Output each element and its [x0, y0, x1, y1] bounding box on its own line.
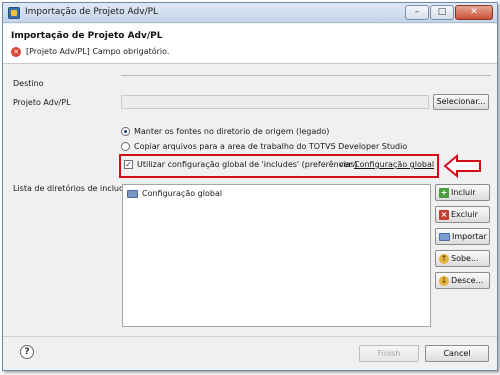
error-icon: ✕ [11, 47, 21, 57]
footer-separator [3, 336, 497, 337]
projeto-field[interactable] [121, 95, 429, 109]
ver-text: ver [339, 160, 352, 169]
global-includes-label: Utilizar configuração global de 'include… [137, 160, 358, 169]
import-folder-icon [439, 232, 450, 241]
sobe-label: Sobe... [451, 254, 479, 263]
dialog-header: Importação de Projeto Adv/PL ✕ [Projeto … [3, 24, 497, 64]
list-item-label: Configuração global [142, 189, 223, 198]
delete-icon: × [439, 209, 449, 220]
list-item[interactable]: Configuração global [127, 189, 222, 201]
error-message: [Projeto Adv/PL] Campo obrigatório. [26, 47, 170, 56]
radio-copiar-arquivos[interactable]: Copiar arquivos para a area de trabalho … [121, 142, 407, 154]
maximize-button[interactable]: □ [430, 5, 454, 20]
title-bar: Importação de Projeto Adv/PL – □ ✕ [3, 3, 497, 23]
radio-manter-label: Manter os fontes no diretorio de origem … [134, 127, 330, 136]
destino-separator [121, 75, 491, 76]
arrow-down-icon: ↓ [439, 275, 449, 286]
global-includes-checkbox[interactable]: ✓ [124, 160, 133, 169]
radio-copiar-indicator[interactable] [121, 142, 130, 151]
folder-icon [127, 189, 138, 198]
incluir-button[interactable]: + Incluir [435, 184, 490, 201]
annotation-arrow-shape [443, 154, 481, 178]
radio-manter-fontes[interactable]: Manter os fontes no diretorio de origem … [121, 127, 329, 139]
minimize-button[interactable]: – [405, 5, 429, 20]
projeto-label: Projeto Adv/PL [13, 98, 71, 107]
include-list-label: Lista de diretórios de include [13, 184, 129, 193]
cancel-button[interactable]: Cancel [425, 345, 489, 362]
include-list[interactable]: Configuração global [122, 184, 431, 327]
page-title: Importação de Projeto Adv/PL [11, 31, 163, 41]
global-includes-checkbox-row[interactable]: ✓ Utilizar configuração global de 'includ… [124, 160, 358, 172]
configuracao-global-link[interactable]: Configuração global [354, 160, 434, 169]
destino-label: Destino [13, 79, 44, 88]
import-dialog-window: Importação de Projeto Adv/PL – □ ✕ Impor… [2, 2, 498, 371]
help-icon[interactable]: ? [20, 345, 34, 359]
window-title: Importação de Projeto Adv/PL [25, 7, 159, 17]
annotation-arrow-icon [443, 154, 481, 178]
importar-label: Importar [452, 232, 487, 241]
plus-icon: + [439, 187, 449, 198]
finish-button[interactable]: Finish [359, 345, 419, 362]
excluir-label: Excluir [451, 210, 478, 219]
incluir-label: Incluir [451, 188, 476, 197]
radio-copiar-label: Copiar arquivos para a area de trabalho … [134, 142, 408, 151]
radio-manter-indicator[interactable] [121, 127, 130, 136]
arrow-up-icon: ↑ [439, 253, 449, 264]
sobe-button[interactable]: ↑ Sobe... [435, 250, 490, 267]
close-button[interactable]: ✕ [455, 5, 493, 20]
importar-button[interactable]: Importar [435, 228, 490, 245]
desce-button[interactable]: ↓ Desce... [435, 272, 490, 289]
selecionar-button[interactable]: Selecionar... [433, 94, 489, 110]
excluir-button[interactable]: × Excluir [435, 206, 490, 223]
desce-label: Desce... [451, 276, 484, 285]
app-icon [8, 7, 20, 19]
